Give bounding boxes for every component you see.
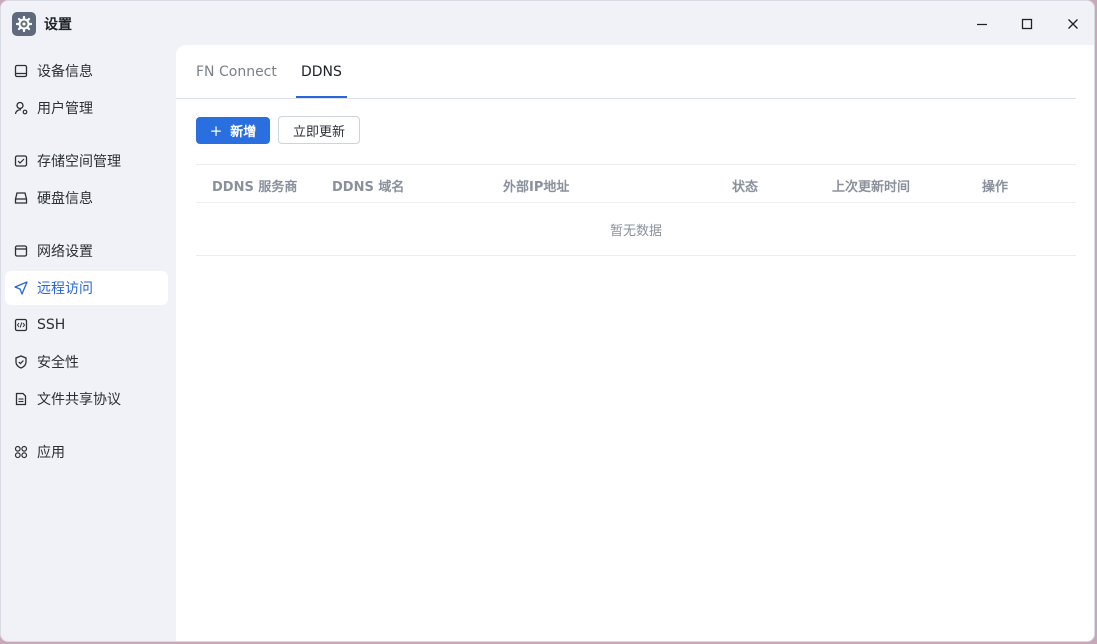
column-header-last-update: 上次更新时间 (832, 180, 911, 195)
shield-icon (13, 354, 29, 370)
sidebar-item-storage[interactable]: 存储空间管理 (5, 144, 168, 178)
sidebar: 设备信息 用户管理 存储空间管理 硬盘信息 网络设置 远程访问 SSH 安全性 … (1, 45, 176, 641)
sidebar-item-disk-info[interactable]: 硬盘信息 (5, 181, 168, 215)
sidebar-item-label: 安全性 (37, 355, 79, 371)
sidebar-item-network[interactable]: 网络设置 (5, 234, 168, 268)
maximize-button[interactable] (1012, 11, 1042, 37)
table-header: DDNS 服务商 DDNS 域名 外部IP地址 状态 上次更新时间 操作 (196, 164, 1076, 203)
sidebar-item-label: 硬盘信息 (37, 191, 93, 207)
add-button[interactable]: + 新增 (196, 117, 270, 144)
minimize-button[interactable] (967, 11, 997, 37)
tab-fn-connect[interactable]: FN Connect (196, 64, 277, 98)
sidebar-item-label: 远程访问 (37, 281, 93, 297)
column-header-status: 状态 (732, 180, 759, 195)
window-title: 设置 (44, 17, 72, 33)
main-content: FN Connect DDNS + 新增 立即更新 DDNS 服务商 DDNS … (176, 45, 1094, 641)
code-icon (13, 317, 29, 333)
storage-icon (13, 153, 29, 169)
empty-text: 暂无数据 (609, 223, 662, 239)
apps-icon (13, 444, 29, 460)
sidebar-item-label: 应用 (37, 445, 65, 461)
plus-icon: + (209, 121, 223, 140)
send-icon (13, 280, 29, 296)
sidebar-item-label: 网络设置 (37, 244, 93, 260)
sidebar-item-file-sharing[interactable]: 文件共享协议 (5, 382, 168, 416)
column-header-provider: DDNS 服务商 (212, 180, 298, 195)
gear-icon (12, 12, 36, 36)
sidebar-item-device-info[interactable]: 设备信息 (5, 54, 168, 88)
device-icon (13, 63, 29, 79)
update-now-button[interactable]: 立即更新 (278, 116, 360, 144)
file-icon (13, 391, 29, 407)
column-header-external-ip: 外部IP地址 (503, 180, 570, 195)
title-bar[interactable]: 设置 (1, 1, 1094, 45)
disk-icon (13, 190, 29, 206)
column-header-actions: 操作 (982, 180, 1009, 195)
tab-bar: FN Connect DDNS (176, 45, 1076, 99)
tab-ddns[interactable]: DDNS (296, 64, 347, 98)
sidebar-item-label: 存储空间管理 (37, 154, 121, 170)
sidebar-item-label: 用户管理 (37, 101, 93, 117)
maximize-icon (1021, 15, 1033, 34)
close-button[interactable] (1058, 11, 1088, 37)
sidebar-item-label: SSH (37, 317, 66, 333)
sidebar-item-remote-access[interactable]: 远程访问 (5, 271, 168, 305)
sidebar-item-label: 设备信息 (37, 64, 93, 80)
sidebar-item-label: 文件共享协议 (37, 392, 121, 408)
sidebar-item-apps[interactable]: 应用 (5, 435, 168, 469)
sidebar-item-security[interactable]: 安全性 (5, 345, 168, 379)
column-header-domain: DDNS 域名 (332, 180, 405, 195)
sidebar-item-user-management[interactable]: 用户管理 (5, 91, 168, 125)
add-button-label: 新增 (230, 125, 257, 140)
close-icon (1067, 15, 1079, 34)
empty-state: 暂无数据 (196, 203, 1076, 256)
minimize-icon (976, 15, 988, 34)
settings-window: 设置 设备信息 用户管理 存储空间管理 硬盘信息 网络设置 远程访问 SSH 安… (0, 0, 1095, 642)
network-icon (13, 243, 29, 259)
ddns-table: DDNS 服务商 DDNS 域名 外部IP地址 状态 上次更新时间 操作 暂无数… (196, 164, 1076, 256)
user-icon (13, 100, 29, 116)
sidebar-item-ssh[interactable]: SSH (5, 308, 168, 342)
